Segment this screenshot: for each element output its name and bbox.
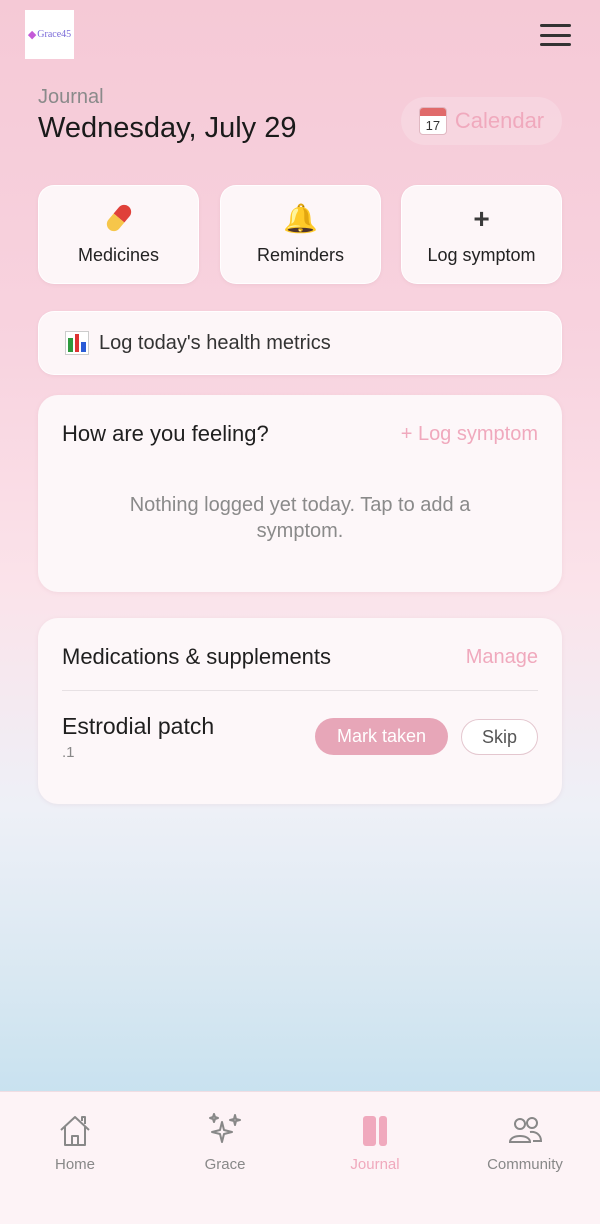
bell-icon: 🔔 [283,203,318,234]
bottom-tab-bar: Home Grace Journal Community [0,1091,600,1224]
feeling-title: How are you feeling? [62,421,269,446]
sparkles-icon [209,1113,241,1143]
home-icon [60,1116,90,1146]
mark-taken-button[interactable]: Mark taken [315,718,448,755]
health-metrics-label: Log today's health metrics [99,331,331,354]
people-icon [508,1117,543,1143]
hamburger-line [540,24,571,27]
quick-action-label: Log symptom [427,245,536,265]
medications-title: Medications & supplements [62,644,332,669]
calendar-icon: 17 [418,107,447,135]
medication-name: Estrodial patch [62,713,215,739]
quick-action-label: Reminders [256,245,345,265]
bar-chart-icon [65,331,89,355]
hamburger-line [540,33,571,37]
pill-icon [104,203,134,235]
tab-label: Grace [204,1156,246,1173]
plus-icon: + [473,203,490,234]
calendar-label: Calendar [454,108,545,133]
tab-journal[interactable]: Journal [300,1092,450,1224]
calendar-button[interactable]: 17 Calendar [401,97,562,145]
hamburger-line [540,43,571,46]
manage-link[interactable]: Manage [466,646,538,669]
tab-grace[interactable]: Grace [150,1092,300,1224]
tab-label: Journal [350,1156,400,1173]
tab-label: Community [487,1156,563,1173]
tab-community[interactable]: Community [450,1092,600,1224]
feeling-card[interactable]: How are you feeling? + Log symptom Nothi… [38,395,562,592]
medications-card: Medications & supplements Manage Estrodi… [38,618,562,804]
logo-drop-icon: ◆ [27,29,37,41]
log-symptom-button[interactable]: + Log symptom [401,185,562,284]
medication-dose: .1 [62,744,75,761]
tab-home[interactable]: Home [0,1092,150,1224]
medicines-button[interactable]: Medicines [38,185,199,284]
log-symptom-link[interactable]: + Log symptom [401,423,538,446]
page-title: Wednesday, July 29 [38,112,297,144]
logo-text: Grace45 [37,29,72,40]
divider [62,690,538,691]
reminders-button[interactable]: 🔔 Reminders [220,185,381,284]
tab-label: Home [54,1156,95,1173]
menu-button[interactable] [540,24,571,46]
quick-action-label: Medicines [77,245,160,265]
section-label: Journal [38,86,104,108]
journal-icon [363,1116,387,1146]
health-metrics-button[interactable]: Log today's health metrics [38,311,562,375]
empty-state-message: Nothing logged yet today. Tap to add a s… [129,494,471,542]
skip-button[interactable]: Skip [461,719,538,755]
app-logo[interactable]: ◆ Grace45 [25,10,74,59]
